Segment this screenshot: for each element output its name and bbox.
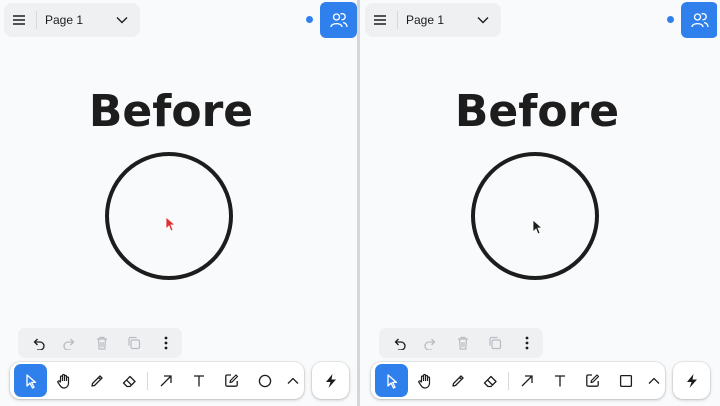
text-icon — [554, 375, 565, 387]
more-vertical-icon — [525, 336, 529, 350]
arrow-icon — [521, 374, 533, 386]
connection-status-dot — [306, 16, 313, 23]
note-tool-button[interactable] — [576, 364, 609, 397]
undo-icon — [33, 338, 45, 350]
select-tool-button[interactable] — [14, 364, 47, 397]
arrow-tool-button[interactable] — [510, 364, 543, 397]
menu-divider — [397, 11, 398, 29]
more-tools-button[interactable] — [642, 364, 666, 397]
hand-icon — [417, 373, 430, 389]
lightning-icon — [686, 373, 697, 388]
duplicate-button[interactable] — [479, 328, 511, 358]
duplicate-icon — [489, 336, 502, 350]
chevron-up-icon — [287, 377, 299, 384]
select-tool-button[interactable] — [375, 364, 408, 397]
mouse-cursor-icon — [165, 216, 177, 232]
eraser-icon — [122, 375, 136, 387]
select-icon — [386, 373, 397, 389]
trash-icon — [458, 336, 468, 350]
eraser-icon — [483, 375, 497, 387]
more-tools-button[interactable] — [281, 364, 305, 397]
main-menu-button[interactable] — [6, 3, 32, 37]
page-menu: Page 1 — [365, 3, 501, 37]
more-vertical-icon — [164, 336, 168, 350]
action-bar — [379, 328, 543, 358]
note-icon — [225, 374, 239, 387]
canvas-circle-shape[interactable] — [105, 152, 233, 280]
select-icon — [25, 373, 36, 389]
redo-button[interactable] — [54, 328, 86, 358]
connection-status-dot — [667, 16, 674, 23]
note-icon — [586, 374, 600, 387]
helper-button[interactable] — [312, 362, 349, 399]
main-menu-button[interactable] — [367, 3, 393, 37]
main-toolbar — [10, 362, 304, 399]
share-button[interactable] — [320, 2, 357, 38]
canvas-circle-shape[interactable] — [471, 152, 599, 280]
note-tool-button[interactable] — [215, 364, 248, 397]
toolbar-divider — [508, 371, 509, 390]
hamburger-icon — [13, 15, 25, 25]
arrow-tool-button[interactable] — [149, 364, 182, 397]
arrow-icon — [160, 374, 172, 386]
more-actions-button[interactable] — [150, 328, 182, 358]
draw-tool-button[interactable] — [80, 364, 113, 397]
rectangle-tool-button[interactable] — [609, 364, 642, 397]
text-icon — [193, 375, 204, 387]
duplicate-button[interactable] — [118, 328, 150, 358]
people-icon — [690, 13, 709, 28]
hand-icon — [56, 373, 69, 389]
canvas-heading-text[interactable]: Before — [89, 86, 253, 137]
draw-icon — [90, 374, 103, 387]
ellipse-tool-button[interactable] — [248, 364, 281, 397]
hand-tool-button[interactable] — [408, 364, 441, 397]
redo-icon — [63, 338, 75, 350]
page-name-label[interactable]: Page 1 — [406, 13, 471, 27]
eraser-tool-button[interactable] — [113, 364, 146, 397]
undo-icon — [394, 338, 406, 350]
right-editor-pane: Before Page 1 — [360, 0, 717, 406]
share-button[interactable] — [681, 2, 717, 38]
page-dropdown-button[interactable] — [110, 16, 134, 24]
helper-button[interactable] — [673, 362, 710, 399]
undo-button[interactable] — [22, 328, 54, 358]
main-toolbar — [371, 362, 665, 399]
draw-tool-button[interactable] — [441, 364, 474, 397]
undo-button[interactable] — [383, 328, 415, 358]
redo-icon — [424, 338, 436, 350]
delete-button[interactable] — [86, 328, 118, 358]
action-bar — [18, 328, 182, 358]
chevron-down-icon — [116, 17, 128, 24]
redo-button[interactable] — [415, 328, 447, 358]
trash-icon — [97, 336, 107, 350]
toolbar-divider — [147, 371, 148, 390]
people-icon — [329, 13, 348, 28]
rectangle-icon — [619, 374, 632, 387]
chevron-up-icon — [648, 377, 660, 384]
draw-icon — [451, 374, 464, 387]
menu-divider — [36, 11, 37, 29]
delete-button[interactable] — [447, 328, 479, 358]
canvas-heading-text[interactable]: Before — [455, 86, 619, 137]
left-editor-pane: Before Page 1 — [0, 0, 357, 406]
page-menu: Page 1 — [4, 3, 140, 37]
text-tool-button[interactable] — [543, 364, 576, 397]
chevron-down-icon — [477, 17, 489, 24]
page-name-label[interactable]: Page 1 — [45, 13, 110, 27]
hand-tool-button[interactable] — [47, 364, 80, 397]
more-actions-button[interactable] — [511, 328, 543, 358]
hamburger-icon — [374, 15, 386, 25]
page-dropdown-button[interactable] — [471, 16, 495, 24]
eraser-tool-button[interactable] — [474, 364, 507, 397]
ellipse-icon — [258, 374, 271, 387]
lightning-icon — [325, 373, 336, 388]
duplicate-icon — [128, 336, 141, 350]
mouse-cursor-icon — [532, 219, 544, 235]
text-tool-button[interactable] — [182, 364, 215, 397]
